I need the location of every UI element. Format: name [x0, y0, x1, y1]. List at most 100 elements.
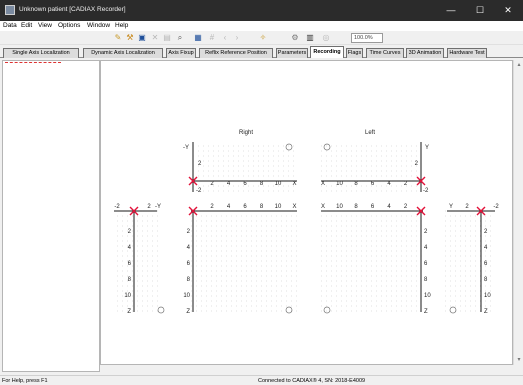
- y-tick-label: 2: [415, 161, 419, 167]
- arrow-right-icon[interactable]: ›: [232, 33, 242, 43]
- z-tick-label: 10: [183, 293, 190, 299]
- z-tick-label: 8: [484, 277, 488, 283]
- window-title: Unknown patient [CADIAX Recorder]: [19, 6, 126, 13]
- y-axis-label: Y: [425, 145, 429, 151]
- chart-title-right: Right: [239, 130, 253, 136]
- app-icon: [5, 5, 15, 15]
- x-tick-label: 2: [210, 181, 214, 187]
- y-axis-label: -Y: [183, 145, 189, 151]
- x-tick-label: 6: [243, 181, 247, 187]
- tab-axis-fixup[interactable]: Axis Fixup: [166, 48, 196, 58]
- z-tick-label: 4: [187, 245, 191, 251]
- z-tick-label: 6: [128, 261, 132, 267]
- menu-view[interactable]: View: [38, 22, 52, 29]
- tab-strip: Single Axis Localization Dynamic Axis Lo…: [0, 46, 523, 58]
- target-icon: [323, 143, 331, 151]
- magnifier-icon[interactable]: ⌕: [175, 33, 185, 43]
- z-tick-label: 6: [424, 261, 428, 267]
- x-tick-label: 4: [227, 204, 231, 210]
- tab-3d-animation[interactable]: 3D Animation: [406, 48, 444, 58]
- menu-edit[interactable]: Edit: [21, 22, 32, 29]
- status-help-text: For Help, press F1: [2, 378, 48, 384]
- z-tick-label: 8: [187, 277, 191, 283]
- vertical-scrollbar[interactable]: ▴ ▾: [513, 60, 523, 365]
- scroll-up-icon[interactable]: ▴: [515, 61, 523, 69]
- target-icon: [157, 306, 165, 314]
- menu-bar: Data Edit View Options Window Help: [0, 21, 523, 31]
- z-tick-label: 4: [424, 245, 428, 251]
- x-tick-label: 4: [387, 204, 391, 210]
- select-icon[interactable]: ▦: [193, 33, 203, 43]
- target-icon: [285, 306, 293, 314]
- tab-recording[interactable]: Recording: [310, 46, 344, 58]
- y-tick-label: 2: [198, 161, 202, 167]
- z-tick-label: Z: [127, 309, 131, 315]
- z-tick-label: 2: [484, 229, 488, 235]
- minimize-button[interactable]: —: [437, 0, 465, 21]
- recording-canvas[interactable]: Right Left -Y 2 -2 2 4 6 8 10 X Y 2 -2 X 10 8 6 4 2 -2 2 -Y 2 4 6…: [100, 60, 513, 365]
- target-icon: [449, 306, 457, 314]
- recording-list-pane[interactable]: [2, 60, 100, 372]
- z-tick-label: 2: [187, 229, 191, 235]
- x-tick-label: 2: [404, 204, 408, 210]
- tab-parameters[interactable]: Parameters: [276, 48, 308, 58]
- recording-plots: Right Left -Y 2 -2 2 4 6 8 10 X Y 2 -2 X 10 8 6 4 2 -2 2 -Y 2 4 6…: [114, 130, 499, 315]
- menu-data[interactable]: Data: [3, 22, 17, 29]
- title-bar: Unknown patient [CADIAX Recorder] — ☐ ✕: [0, 0, 523, 21]
- z-tick-label: 2: [128, 229, 132, 235]
- tab-dynamic-axis-localization[interactable]: Dynamic Axis Localization: [83, 48, 163, 58]
- x-tick-label: X: [292, 204, 296, 210]
- z-tick-label: 6: [187, 261, 191, 267]
- tab-time-curves[interactable]: Time Curves: [366, 48, 404, 58]
- x-tick-label: 10: [275, 204, 282, 210]
- horizontal-scrollbar[interactable]: [100, 365, 513, 372]
- tab-flags[interactable]: Flags: [346, 48, 363, 58]
- x-tick-label: 10: [336, 181, 343, 187]
- pencil-icon[interactable]: ✎: [113, 33, 123, 43]
- x-tick-label: Y: [449, 204, 453, 210]
- menu-window[interactable]: Window: [87, 22, 110, 29]
- z-tick-label: 10: [424, 293, 431, 299]
- z-tick-label: Z: [424, 309, 428, 315]
- z-tick-label: 8: [424, 277, 428, 283]
- menu-options[interactable]: Options: [58, 22, 80, 29]
- tab-hardware-test[interactable]: Hardware Test: [447, 48, 487, 58]
- dial-icon[interactable]: ◎: [321, 33, 331, 43]
- grid-icon[interactable]: #: [207, 33, 217, 43]
- tab-single-axis-localization[interactable]: Single Axis Localization: [3, 48, 79, 58]
- x-tick-label: -Y: [155, 204, 161, 210]
- z-tick-label: 10: [484, 293, 491, 299]
- delete-icon[interactable]: ✕: [150, 33, 160, 43]
- target-icon: [285, 143, 293, 151]
- x-tick-label: 8: [354, 181, 358, 187]
- z-tick-label: Z: [484, 309, 488, 315]
- menu-help[interactable]: Help: [115, 22, 128, 29]
- z-tick-label: 6: [484, 261, 488, 267]
- x-tick-label: 10: [275, 181, 282, 187]
- save-icon[interactable]: ▣: [137, 33, 147, 43]
- disk-icon[interactable]: ▤: [162, 33, 172, 43]
- chart-icon[interactable]: ▥: [305, 33, 315, 43]
- close-button[interactable]: ✕: [494, 0, 522, 21]
- scroll-down-icon[interactable]: ▾: [515, 356, 523, 364]
- x-tick-label: 6: [371, 181, 375, 187]
- tool-icon[interactable]: ⚙: [290, 33, 300, 43]
- chart-title-left: Left: [365, 130, 375, 136]
- x-tick-label: 10: [336, 204, 343, 210]
- arrow-left-icon[interactable]: ‹: [220, 33, 230, 43]
- y-tick-label: -2: [196, 188, 202, 194]
- zoom-input[interactable]: 100.0%: [351, 33, 383, 43]
- maximize-button[interactable]: ☐: [466, 0, 494, 21]
- x-tick-label: 2: [404, 181, 408, 187]
- x-tick-label: 6: [243, 204, 247, 210]
- tab-reflix-reference-position[interactable]: Reflix Reference Position: [199, 48, 273, 58]
- z-tick-label: 10: [124, 293, 131, 299]
- x-tick-label: 2: [210, 204, 214, 210]
- toolbar: ✎ ⚒ ▣ ✕ ▤ ⌕ ▦ # ‹ › ✧ ⚙ ▥ ◎ 100.0%: [0, 31, 523, 45]
- x-tick-label: 2: [147, 204, 151, 210]
- x-tick-label: X: [321, 204, 325, 210]
- z-tick-label: 4: [128, 245, 132, 251]
- wand-icon[interactable]: ⚒: [125, 33, 135, 43]
- selection-marker: [5, 62, 61, 63]
- star-icon[interactable]: ✧: [258, 33, 268, 43]
